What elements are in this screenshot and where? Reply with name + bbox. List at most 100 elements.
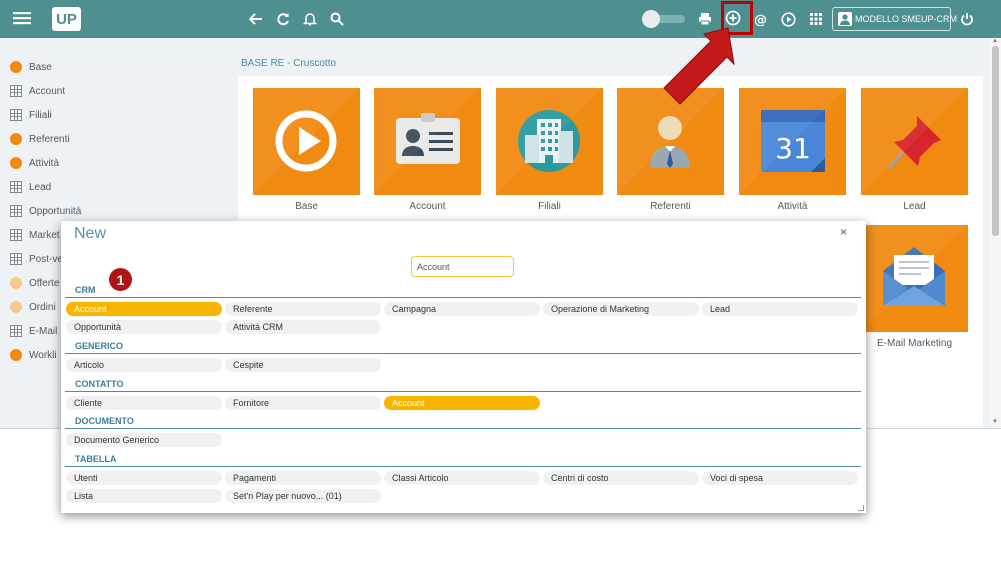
option-chip[interactable]: Documento Generico	[66, 433, 222, 447]
tile-email-marketing[interactable]	[861, 225, 968, 332]
section-divider	[65, 428, 861, 429]
option-chip[interactable]: Cespite	[225, 358, 381, 372]
close-icon[interactable]: ×	[840, 225, 847, 239]
sidebar-item-label: Workli	[29, 349, 57, 361]
circle-icon	[10, 349, 22, 361]
apps-grid-icon[interactable]	[806, 9, 826, 29]
sidebar-item[interactable]: Ordini	[10, 298, 56, 316]
search-input[interactable]	[411, 256, 514, 277]
table-icon	[10, 253, 22, 265]
user-profile-button[interactable]: MODELLO SMEUP-CRM	[832, 7, 957, 31]
search-icon[interactable]	[327, 9, 347, 29]
step-badge: 1	[109, 268, 132, 291]
option-chip[interactable]: Lista	[66, 489, 222, 503]
sidebar-item[interactable]: Filiali	[10, 106, 52, 124]
section-header: DOCUMENTO	[75, 416, 134, 426]
circle-icon	[10, 301, 22, 313]
svg-text:@: @	[754, 13, 767, 26]
option-chip[interactable]: Opportunità	[66, 320, 222, 334]
circle-icon	[10, 157, 22, 169]
scroll-up-icon[interactable]: ▲	[992, 38, 999, 44]
tile-account[interactable]	[374, 88, 481, 195]
table-icon	[10, 181, 22, 193]
sidebar-item-label: Referenti	[29, 133, 70, 145]
option-chip[interactable]: Set'n Play per nuovo... (01)	[225, 489, 381, 503]
option-chip[interactable]: Referente	[225, 302, 381, 316]
refresh-icon[interactable]	[273, 9, 293, 29]
sidebar-item-label: Base	[29, 61, 52, 73]
sidebar-item[interactable]: Opportunità	[10, 202, 81, 220]
sidebar-item[interactable]: Post-ve	[10, 250, 63, 268]
option-chip[interactable]: Operazione di Marketing	[543, 302, 699, 316]
option-chip[interactable]: Pagamenti	[225, 471, 381, 485]
building-icon	[518, 110, 580, 172]
option-chip[interactable]: Centri di costo	[543, 471, 699, 485]
option-chip[interactable]: Classi Articolo	[384, 471, 540, 485]
table-icon	[10, 205, 22, 217]
section-divider	[65, 466, 861, 467]
calendar-day: 31	[775, 132, 811, 165]
option-chip[interactable]: Voci di spesa	[702, 471, 858, 485]
scroll-down-icon[interactable]: ▼	[992, 419, 999, 425]
resize-handle-icon[interactable]	[858, 505, 864, 511]
play-icon	[275, 110, 337, 172]
red-arrow-icon	[663, 27, 735, 105]
tile-filiali[interactable]	[496, 88, 603, 195]
sidebar-item[interactable]: Referenti	[10, 130, 70, 148]
scrollbar[interactable]: ▲ ▼	[990, 38, 1001, 428]
table-icon	[10, 109, 22, 121]
circle-icon	[10, 277, 22, 289]
section-divider	[65, 297, 861, 298]
dialog-title: New	[74, 225, 107, 242]
tile-lead[interactable]	[861, 88, 968, 195]
sidebar-item[interactable]: Attività	[10, 154, 59, 172]
option-chip[interactable]: Campagna	[384, 302, 540, 316]
option-chip[interactable]: Lead	[702, 302, 858, 316]
section-header: CONTATTO	[75, 379, 124, 389]
section-header: GENERICO	[75, 341, 124, 351]
sidebar-item[interactable]: Base	[10, 58, 52, 76]
tile-label: Referenti	[650, 201, 691, 212]
sidebar-item[interactable]: Account	[10, 82, 65, 100]
sidebar-item[interactable]: Market	[10, 226, 60, 244]
top-bar: UP @ MODELLO SMEUP-CRM	[0, 0, 1001, 38]
breadcrumb[interactable]: BASE RE - Cruscotto	[241, 58, 336, 69]
sidebar-item-label: Post-ve	[29, 253, 63, 265]
scrollbar-thumb[interactable]	[992, 46, 999, 236]
sidebar-item[interactable]: Lead	[10, 178, 51, 196]
at-icon[interactable]: @	[751, 9, 771, 29]
id-card-icon	[396, 113, 460, 164]
option-chip[interactable]: Cliente	[66, 396, 222, 410]
sidebar-item-label: Attività	[29, 157, 60, 169]
option-chip[interactable]: Articolo	[66, 358, 222, 372]
play-circle-icon[interactable]	[778, 9, 798, 29]
tile-label: Attività	[777, 201, 808, 212]
tile-label: Account	[409, 201, 446, 212]
tile-attivita[interactable]: 31	[739, 88, 846, 195]
envelope-icon	[883, 247, 945, 306]
option-chip[interactable]: Attività CRM	[225, 320, 381, 334]
sidebar-item-label: Opportunità	[29, 205, 82, 217]
option-chip[interactable]: Account	[384, 396, 540, 410]
sidebar-item-label: Ordini	[29, 301, 56, 313]
table-icon	[10, 85, 22, 97]
sidebar-item[interactable]: Offerte	[10, 274, 59, 292]
option-chip[interactable]: Account	[66, 302, 222, 316]
sidebar-item[interactable]: Workli	[10, 346, 57, 364]
back-icon[interactable]	[246, 9, 266, 29]
section-header: TABELLA	[75, 454, 117, 464]
tile-base[interactable]	[253, 88, 360, 195]
app-logo[interactable]: UP	[52, 7, 81, 31]
tile-label: E-Mail Marketing	[876, 338, 953, 349]
user-label: MODELLO SMEUP-CRM	[855, 14, 958, 24]
option-chip[interactable]: Utenti	[66, 471, 222, 485]
option-chip[interactable]: Fornitore	[225, 396, 381, 410]
section-divider	[65, 353, 861, 354]
bell-icon[interactable]	[300, 9, 320, 29]
sidebar-item-label: Offerte	[29, 277, 60, 289]
sidebar-item[interactable]: E-Mail	[10, 322, 57, 340]
calendar-icon: 31	[761, 110, 825, 172]
new-dialog: New × 1 CRMAccountReferenteCampagnaOpera…	[61, 221, 866, 513]
power-icon[interactable]	[957, 9, 977, 29]
menu-icon[interactable]	[12, 8, 32, 28]
